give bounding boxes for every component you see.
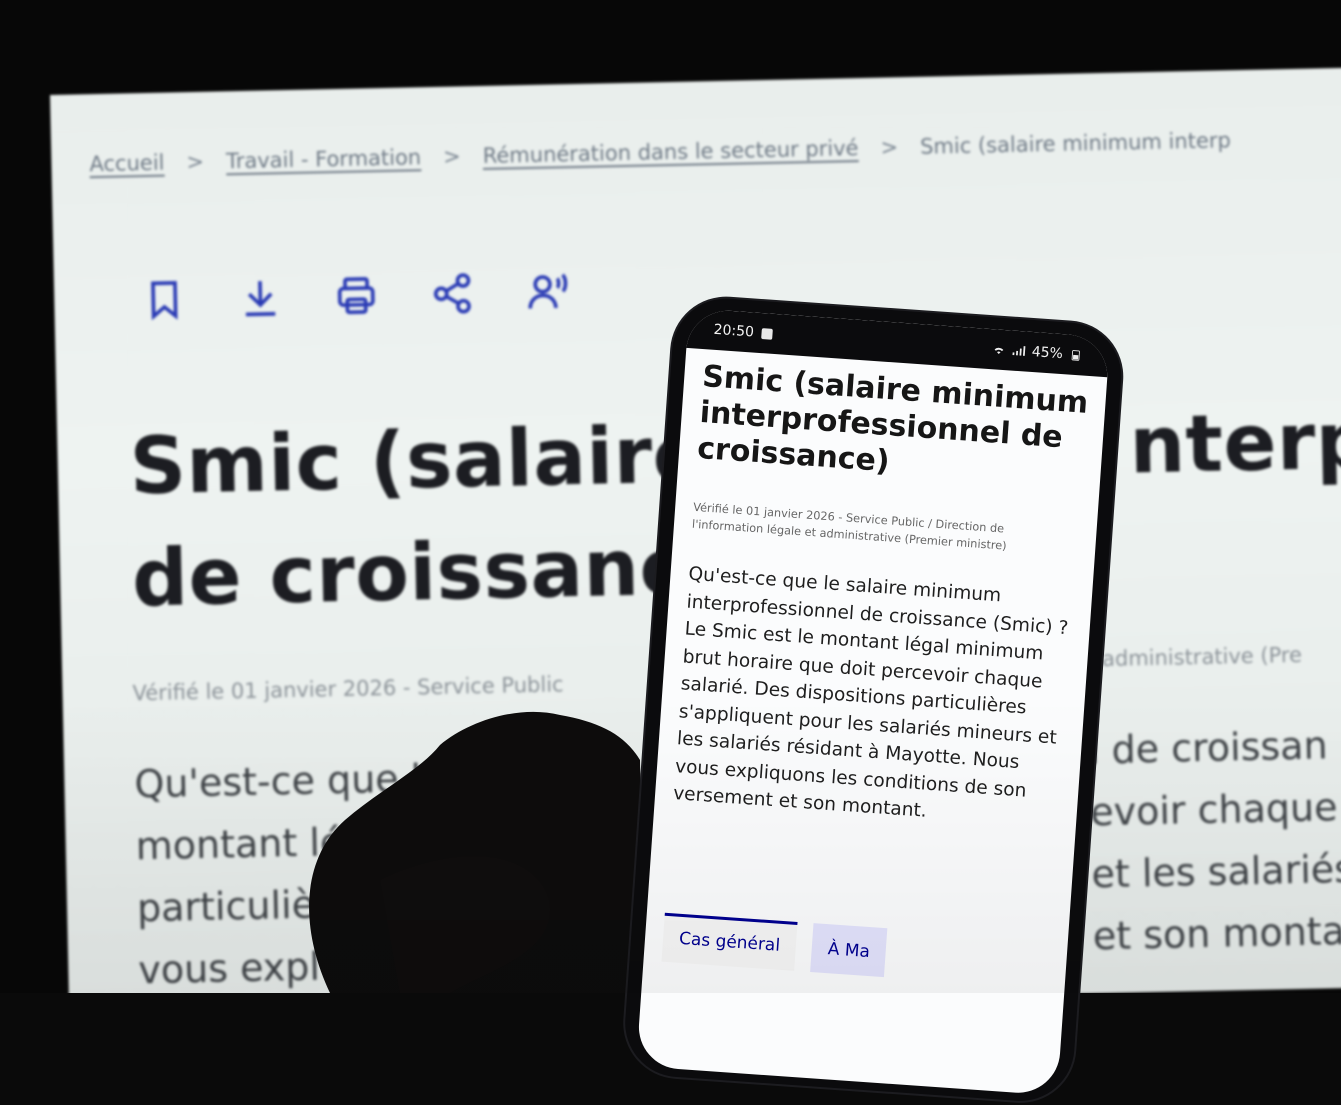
tab-mayotte[interactable]: À Ma: [810, 923, 888, 978]
article-title: Smic (salaire minimum interprofessionnel…: [696, 359, 1090, 480]
wifi-icon: [994, 347, 1004, 355]
tab-cas-general[interactable]: Cas général: [661, 912, 798, 971]
verified-text: Vérifié le 01 janvier 2026 - Service Pub…: [691, 500, 1008, 553]
signal-icon: [1012, 346, 1026, 356]
phone-screen: 20:50 45% Smic (salaire minimum interpro…: [636, 307, 1111, 1096]
tab-bar: Cas général À Ma: [661, 912, 888, 978]
smartphone: 20:50 45% Smic (salaire minimum interpro…: [621, 295, 1125, 1105]
status-battery: 45%: [1031, 343, 1064, 363]
battery-icon: [1071, 350, 1080, 361]
intro-paragraph: Qu'est-ce que le salaire minimum interpr…: [672, 563, 1070, 822]
notification-icon: [761, 327, 774, 340]
status-time: 20:50: [713, 321, 755, 341]
